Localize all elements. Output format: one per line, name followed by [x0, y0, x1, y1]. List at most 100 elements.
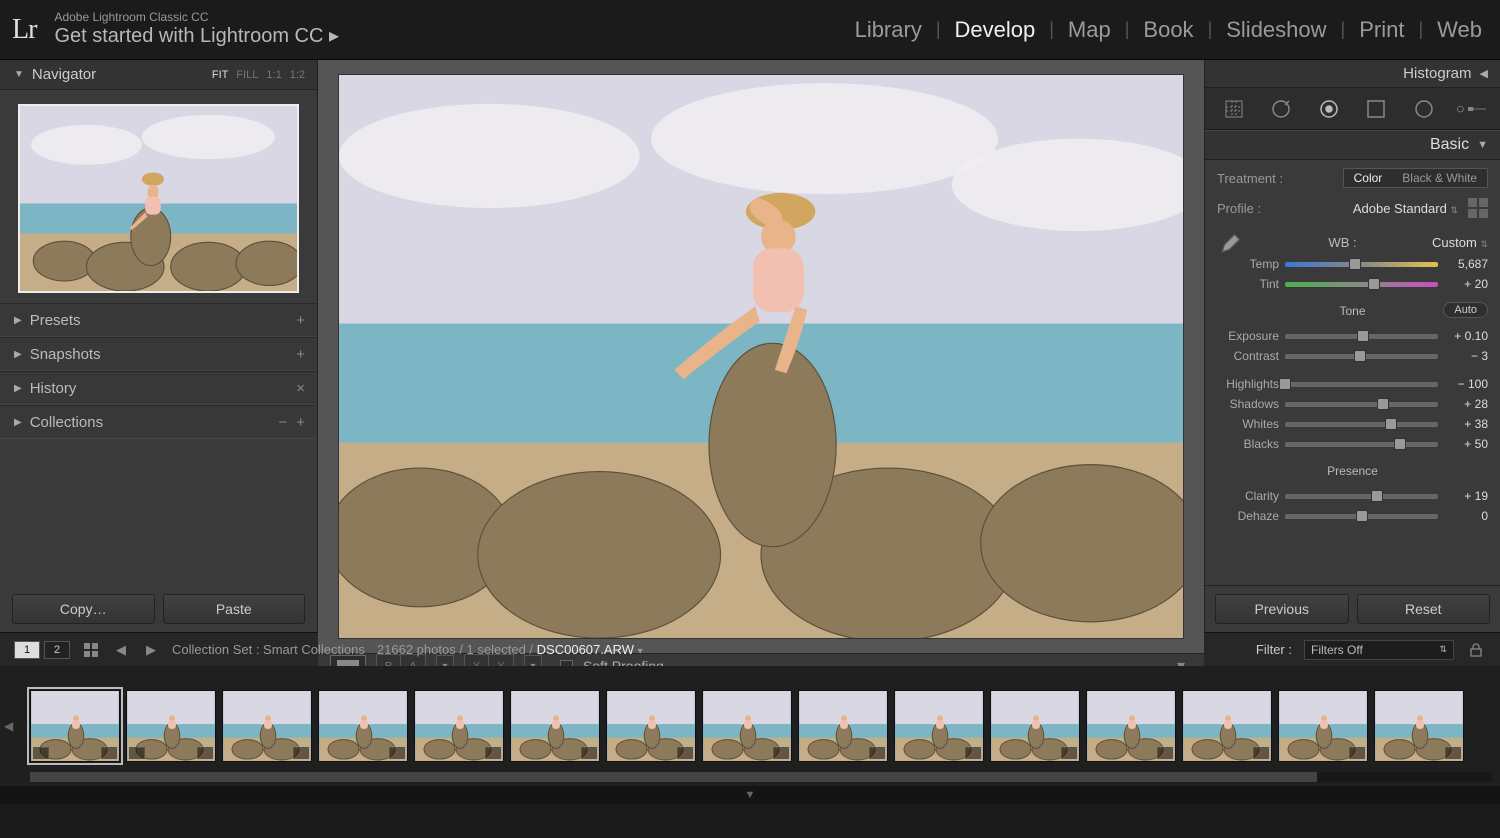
filter-dropdown[interactable]: Filters Off⇅: [1304, 640, 1454, 660]
zoom-1-2[interactable]: 1:2: [290, 69, 305, 81]
filmstrip-thumb[interactable]: [606, 690, 696, 762]
filter-lock-icon[interactable]: [1466, 640, 1486, 660]
filmstrip-thumb[interactable]: [798, 690, 888, 762]
grid-view-icon[interactable]: [82, 641, 100, 659]
profile-dropdown[interactable]: Adobe Standard ⇅: [1353, 201, 1458, 216]
previous-button[interactable]: Previous: [1215, 594, 1349, 624]
wb-dropdown[interactable]: Custom ⇅: [1432, 235, 1488, 250]
slider-value[interactable]: − 3: [1444, 349, 1488, 363]
slider-knob[interactable]: [1385, 418, 1397, 430]
module-tab-library[interactable]: Library: [849, 17, 928, 43]
view-2[interactable]: 2: [44, 641, 70, 659]
module-tab-slideshow[interactable]: Slideshow: [1220, 17, 1332, 43]
nav-back-icon[interactable]: ◀: [112, 641, 130, 659]
panel-action[interactable]: ×: [296, 380, 305, 397]
spot-removal-tool-icon[interactable]: [1266, 94, 1296, 124]
filmstrip-thumb[interactable]: [1086, 690, 1176, 762]
paste-button[interactable]: Paste: [163, 594, 306, 624]
histogram-header[interactable]: Histogram ◀: [1205, 60, 1500, 88]
panel-action[interactable]: −: [278, 414, 287, 431]
slider-value[interactable]: + 28: [1444, 397, 1488, 411]
slider-knob[interactable]: [1357, 330, 1369, 342]
filmstrip-thumb[interactable]: [510, 690, 600, 762]
copy-button[interactable]: Copy…: [12, 594, 155, 624]
filmstrip-thumb[interactable]: [702, 690, 792, 762]
slider-value[interactable]: − 100: [1444, 377, 1488, 391]
panel-history[interactable]: ▶History×: [0, 371, 317, 405]
white-balance-dropper-icon[interactable]: [1217, 227, 1247, 257]
app-tagline[interactable]: Get started with Lightroom CC ▸: [54, 25, 339, 48]
filmstrip-thumb[interactable]: [318, 690, 408, 762]
slider-knob[interactable]: [1394, 438, 1406, 450]
filmstrip-toggle-icon[interactable]: ▼: [0, 786, 1500, 804]
navigator-preview[interactable]: [0, 90, 317, 303]
filmstrip-thumb[interactable]: [222, 690, 312, 762]
panel-action[interactable]: +: [296, 312, 305, 329]
slider-value[interactable]: 5,687: [1444, 257, 1488, 271]
adjustment-brush-tool-icon[interactable]: [1456, 94, 1486, 124]
slider-knob[interactable]: [1279, 378, 1291, 390]
collection-path[interactable]: Collection Set : Smart Collections: [172, 642, 365, 657]
panel-action[interactable]: +: [296, 414, 305, 431]
filmstrip-thumb[interactable]: [990, 690, 1080, 762]
slider-track[interactable]: [1285, 262, 1438, 267]
module-tab-web[interactable]: Web: [1431, 17, 1488, 43]
filmstrip-thumb[interactable]: [126, 690, 216, 762]
slider-track[interactable]: [1285, 402, 1438, 407]
slider-knob[interactable]: [1354, 350, 1366, 362]
auto-tone-button[interactable]: Auto: [1443, 302, 1488, 318]
basic-panel-header[interactable]: Basic ▼: [1205, 130, 1500, 160]
reset-button[interactable]: Reset: [1357, 594, 1491, 624]
slider-track[interactable]: [1285, 282, 1438, 287]
filmstrip-thumb[interactable]: [1182, 690, 1272, 762]
zoom-1-1[interactable]: 1:1: [266, 69, 281, 81]
treatment-bw[interactable]: Black & White: [1392, 169, 1487, 187]
filmstrip-thumb[interactable]: [1278, 690, 1368, 762]
treatment-color[interactable]: Color: [1344, 169, 1393, 187]
zoom-fit[interactable]: FIT: [212, 69, 229, 81]
slider-knob[interactable]: [1368, 278, 1380, 290]
filmstrip-thumb[interactable]: [1374, 690, 1464, 762]
slider-track[interactable]: [1285, 354, 1438, 359]
slider-knob[interactable]: [1371, 490, 1383, 502]
module-tab-map[interactable]: Map: [1062, 17, 1117, 43]
slider-value[interactable]: 0: [1444, 509, 1488, 523]
filmstrip[interactable]: ◀: [0, 666, 1500, 786]
slider-track[interactable]: [1285, 494, 1438, 499]
profile-browser-icon[interactable]: [1468, 198, 1488, 218]
slider-track[interactable]: [1285, 422, 1438, 427]
slider-track[interactable]: [1285, 334, 1438, 339]
filmstrip-thumb[interactable]: [30, 690, 120, 762]
crop-tool-icon[interactable]: [1219, 94, 1249, 124]
view-1[interactable]: 1: [14, 641, 40, 659]
slider-value[interactable]: + 0.10: [1444, 329, 1488, 343]
panel-action[interactable]: +: [296, 346, 305, 363]
panel-collections[interactable]: ▶Collections−+: [0, 405, 317, 439]
loupe-view[interactable]: [318, 60, 1204, 653]
slider-value[interactable]: + 38: [1444, 417, 1488, 431]
module-tab-book[interactable]: Book: [1137, 17, 1199, 43]
slider-value[interactable]: + 19: [1444, 489, 1488, 503]
panel-snapshots[interactable]: ▶Snapshots+: [0, 337, 317, 371]
nav-forward-icon[interactable]: ▶: [142, 641, 160, 659]
slider-value[interactable]: + 50: [1444, 437, 1488, 451]
filmstrip-thumb[interactable]: [894, 690, 984, 762]
slider-knob[interactable]: [1377, 398, 1389, 410]
navigator-header[interactable]: ▼ Navigator FIT FILL 1:1 1:2: [0, 60, 317, 90]
slider-knob[interactable]: [1356, 510, 1368, 522]
filmstrip-scrollbar[interactable]: [30, 772, 1492, 782]
slider-track[interactable]: [1285, 442, 1438, 447]
slider-track[interactable]: [1285, 382, 1438, 387]
module-tab-develop[interactable]: Develop: [949, 17, 1042, 43]
slider-track[interactable]: [1285, 514, 1438, 519]
slider-knob[interactable]: [1349, 258, 1361, 270]
panel-presets[interactable]: ▶Presets+: [0, 303, 317, 337]
graduated-filter-tool-icon[interactable]: [1361, 94, 1391, 124]
filmstrip-collapse-icon[interactable]: ◀: [4, 719, 13, 733]
slider-value[interactable]: + 20: [1444, 277, 1488, 291]
radial-filter-tool-icon[interactable]: [1409, 94, 1439, 124]
redeye-tool-icon[interactable]: [1314, 94, 1344, 124]
module-tab-print[interactable]: Print: [1353, 17, 1410, 43]
zoom-fill[interactable]: FILL: [236, 69, 258, 81]
filmstrip-thumb[interactable]: [414, 690, 504, 762]
